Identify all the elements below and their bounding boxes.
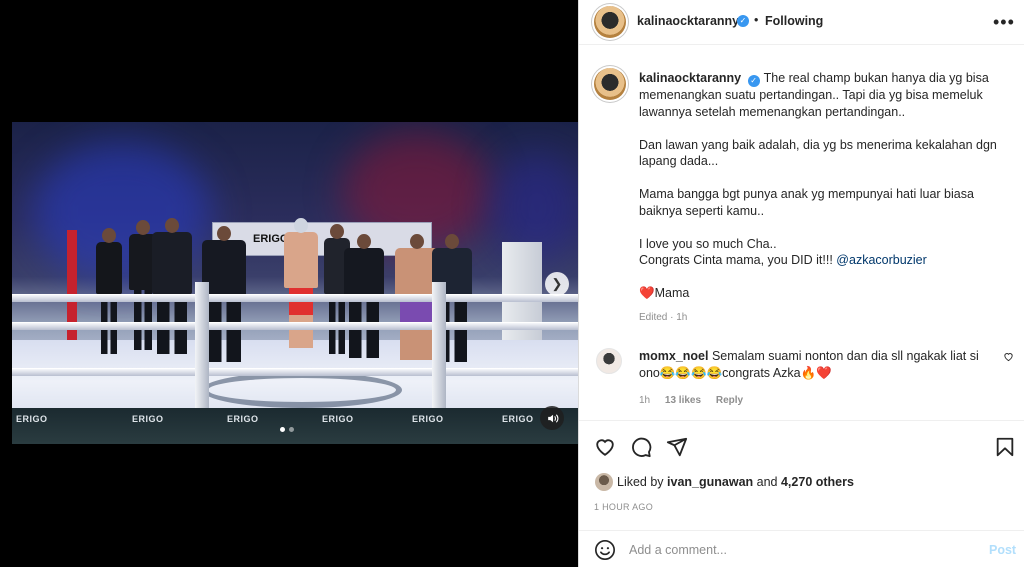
media-pane: ERIGO ERIGO ERIGO ERIGO ERIGO ERIGO ERIG… [0,0,578,567]
caption-text: kalinaocktaranny ✓ The real champ bukan h… [639,70,1009,302]
apron-logo: ERIGO [227,414,259,424]
liker-username[interactable]: ivan_gunawan [667,475,753,489]
following-button[interactable]: Following [765,14,823,28]
apron-logo: ERIGO [502,414,534,424]
carousel-dot [289,427,294,432]
next-slide-button[interactable]: ❯ [545,272,569,296]
edited-label: Edited · 1h [639,312,688,323]
avatar[interactable] [594,68,626,100]
emoji-icon[interactable] [594,539,616,561]
commenter-avatar[interactable] [596,348,622,374]
ring-rope [12,368,578,376]
liker-avatar[interactable] [595,473,613,491]
apron-logo: ERIGO [322,414,354,424]
carousel-dots [280,427,294,432]
caption-body: The real champ bukan hanya dia yg bisa m… [639,71,997,267]
ring-front-post [195,282,209,412]
likes-prefix: Liked by [617,475,668,489]
chevron-right-icon: ❯ [551,276,563,291]
ring-rope [12,294,578,302]
apron-logo: ERIGO [412,414,444,424]
separator-dot: • [754,13,759,27]
comment-time: 1h [639,395,651,406]
apron-logo: ERIGO [132,414,164,424]
comment-meta: 1h 13 likes Reply [639,395,755,406]
comment-icon[interactable] [629,435,653,459]
share-icon[interactable] [665,435,689,459]
mute-button[interactable] [540,406,564,430]
more-options-icon[interactable]: ••• [993,12,1015,33]
likes-middle: and [753,475,781,489]
boxer-red [284,218,318,348]
caption-signoff: Mama [654,286,690,300]
ring-apron: ERIGO ERIGO ERIGO ERIGO ERIGO ERIGO [12,408,578,444]
ring-front-post [432,282,446,412]
add-comment-bar: Post [579,530,1024,567]
instagram-post-modal: ERIGO ERIGO ERIGO ERIGO ERIGO ERIGO ERIG… [0,0,1024,567]
comment-likes[interactable]: 13 likes [665,395,701,406]
comment-like-icon[interactable] [1003,351,1014,365]
post-info-panel: kalinaocktaranny ✓ • Following ••• kalin… [578,0,1024,567]
reply-button[interactable]: Reply [716,395,743,406]
verified-badge-icon: ✓ [747,75,760,87]
heart-emoji: ❤️ [639,286,655,300]
comment-input[interactable] [629,543,969,557]
save-icon[interactable] [993,435,1017,459]
commenter-username[interactable]: momx_noel [639,349,708,363]
action-bar: Liked by ivan_gunawan and 4,270 others 1… [579,420,1024,530]
post-video[interactable]: ERIGO ERIGO ERIGO ERIGO ERIGO ERIGO ERIG… [12,122,578,444]
apron-logo: ERIGO [16,414,48,424]
ring-person [152,218,192,354]
caption-username[interactable]: kalinaocktaranny [639,71,741,85]
referee [344,234,384,358]
ring-rope [12,322,578,330]
like-icon[interactable] [593,435,617,459]
likes-others-link[interactable]: 4,270 others [781,475,854,489]
carousel-dot [280,427,285,432]
mention-link[interactable]: @azkacorbuzier [836,253,927,267]
post-timestamp[interactable]: 1 HOUR AGO [594,502,653,512]
avatar[interactable] [594,6,626,38]
ring-person [96,228,122,354]
verified-badge-icon: ✓ [737,15,749,27]
speaker-icon [547,413,558,423]
ring-logo [202,372,402,408]
post-header: kalinaocktaranny ✓ • Following ••• [579,0,1024,45]
username-link[interactable]: kalinaocktaranny [637,14,739,28]
comment-text: momx_noel Semalam suami nonton dan dia s… [639,348,999,381]
likes-text: Liked by ivan_gunawan and 4,270 others [617,475,854,489]
post-button[interactable]: Post [989,543,1016,557]
